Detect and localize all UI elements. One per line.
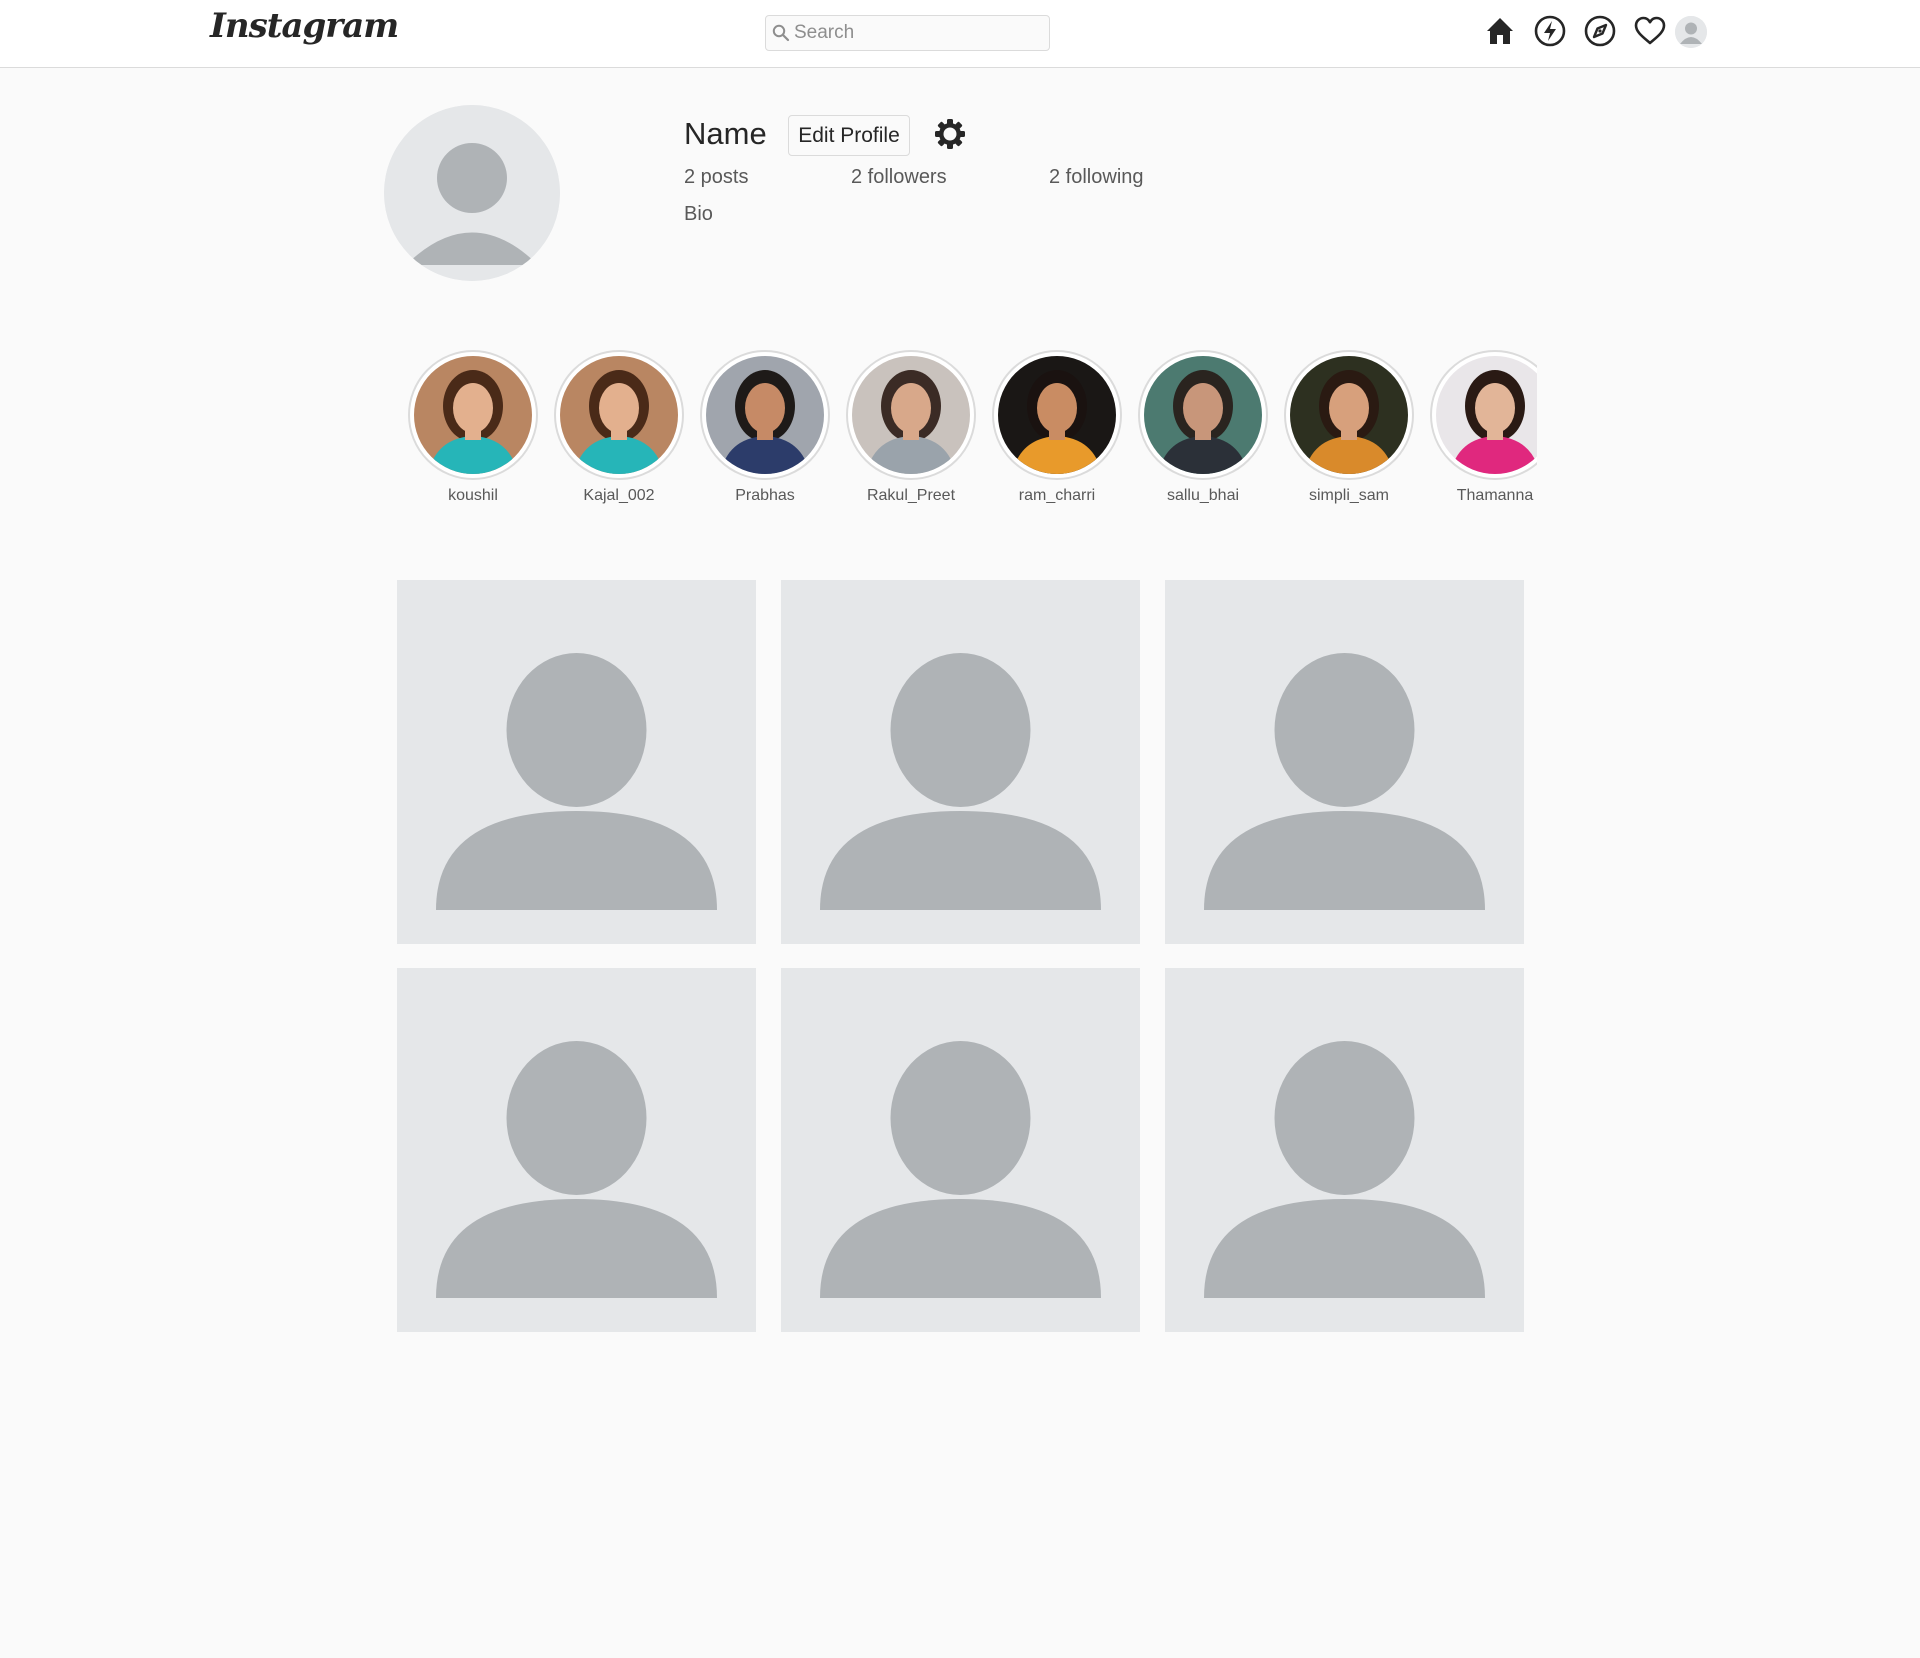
story-ring [700, 350, 830, 480]
default-avatar-icon [820, 1041, 1101, 1298]
search-input[interactable] [794, 16, 1044, 50]
profile-name: Name [684, 116, 767, 151]
story-photo [560, 356, 678, 474]
instagram-logo[interactable]: Instagram [210, 6, 399, 46]
story-photo [1144, 356, 1262, 474]
story-label: Thamanna [1456, 487, 1534, 504]
profile-picture[interactable] [384, 105, 560, 281]
post-tile[interactable] [397, 968, 756, 1332]
default-avatar-icon [1204, 1041, 1485, 1298]
post-tile[interactable] [781, 968, 1140, 1332]
default-avatar-icon [436, 653, 717, 910]
activity-icon[interactable] [1533, 14, 1567, 48]
following-count[interactable]: 2 following [1049, 166, 1144, 189]
story-photo [706, 356, 824, 474]
post-tile[interactable] [781, 580, 1140, 944]
story-item[interactable]: koushil [400, 348, 546, 514]
story-photo [1436, 356, 1537, 474]
explore-icon[interactable] [1583, 14, 1617, 48]
edit-profile-button[interactable]: Edit Profile [788, 115, 910, 156]
post-tile[interactable] [1165, 968, 1524, 1332]
search-box[interactable] [765, 15, 1050, 51]
nav-avatar[interactable] [1675, 16, 1707, 48]
post-tile[interactable] [397, 580, 756, 944]
default-avatar-icon [1204, 653, 1485, 910]
story-item[interactable]: Prabhas [692, 348, 838, 514]
story-label: koushil [448, 487, 498, 504]
posts-count[interactable]: 2 posts [684, 166, 748, 189]
story-item[interactable]: Rakul_Preet [838, 348, 984, 514]
story-highlights: koushil Kajal_002 Prabhas Rakul_Preet ram_ch… [400, 348, 1537, 514]
story-label: Prabhas [735, 487, 795, 504]
story-label: simpli_sam [1308, 487, 1389, 504]
story-item[interactable]: Kajal_002 [546, 348, 692, 514]
top-navbar: Instagram [0, 0, 1920, 68]
story-photo [852, 356, 970, 474]
story-photo [414, 356, 532, 474]
story-photo [998, 356, 1116, 474]
story-item[interactable]: simpli_sam [1276, 348, 1422, 514]
heart-icon[interactable] [1633, 14, 1667, 48]
default-avatar-icon [384, 105, 560, 281]
story-ring [992, 350, 1122, 480]
settings-gear-icon[interactable] [934, 118, 966, 150]
story-label: sallu_bhai [1166, 487, 1240, 504]
story-ring [1430, 350, 1537, 480]
post-tile[interactable] [1165, 580, 1524, 944]
default-avatar-icon [820, 653, 1101, 910]
story-item[interactable]: sallu_bhai [1130, 348, 1276, 514]
story-ring [408, 350, 538, 480]
story-label: Rakul_Preet [866, 487, 956, 504]
home-icon[interactable] [1483, 14, 1517, 48]
default-avatar-icon [436, 1041, 717, 1298]
default-avatar-icon [1675, 16, 1707, 48]
story-item[interactable]: Thamanna [1422, 348, 1537, 514]
story-ring [1284, 350, 1414, 480]
profile-bio: Bio [684, 203, 713, 225]
search-icon [772, 24, 790, 42]
story-label: ram_charri [1018, 487, 1096, 504]
story-ring [554, 350, 684, 480]
story-photo [1290, 356, 1408, 474]
followers-count[interactable]: 2 followers [851, 166, 947, 189]
story-item[interactable]: ram_charri [984, 348, 1130, 514]
story-label: Kajal_002 [583, 487, 655, 504]
story-ring [1138, 350, 1268, 480]
story-ring [846, 350, 976, 480]
